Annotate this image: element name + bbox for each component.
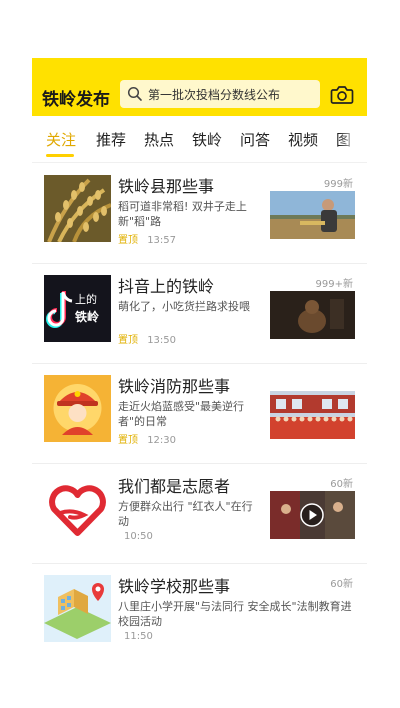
app-logo: 铁岭发布 (42, 90, 110, 110)
feed-item[interactable]: 铁岭学校那些事 60新 八里庄小学开展"与法同行 安全成长"法制教育进校园活动 … (32, 563, 367, 658)
thumb-text-bottom: 铁岭 (75, 310, 100, 324)
item-description: 萌化了，小吃货拦路求投喂 (118, 300, 250, 313)
item-title: 抖音上的铁岭 (118, 277, 215, 296)
tab-video[interactable]: 视频 (288, 129, 318, 150)
item-time: 13:50 (147, 335, 177, 346)
pinned-badge: 置顶 (118, 335, 138, 346)
feed-item[interactable]: 我们都是志愿者 60新 方便群众出行 "红衣人"在行动 10:50 (32, 463, 367, 564)
thumb-text-top: 上的 (75, 293, 97, 306)
school-map-thumbnail (44, 575, 111, 642)
item-time: 11:50 (124, 631, 153, 642)
app-header: 铁岭发布 第一批次投档分数线公布 (32, 58, 367, 116)
rice-thumbnail (44, 175, 111, 242)
pinned-badge: 置顶 (118, 435, 138, 446)
item-title: 我们都是志愿者 (118, 477, 231, 496)
channel-tabs: 关注 推荐 热点 铁岭 问答 视频 图 (32, 116, 367, 163)
active-tab-indicator (46, 154, 74, 157)
item-description: 八里庄小学开展"与法同行 安全成长"法制教育进校园活动 (118, 600, 352, 628)
tab-recommend[interactable]: 推荐 (96, 129, 126, 150)
item-meta: 置顶 12:30 (118, 431, 176, 446)
item-meta: 置顶 13:50 (118, 331, 176, 346)
item-description: 稻可道非常稻! 双井子走上新"稻"路 (118, 200, 247, 228)
farmer-photo (270, 191, 355, 239)
item-meta: 置顶 13:57 (118, 231, 176, 246)
firefighter-avatar-thumbnail (44, 375, 111, 442)
new-count: 60新 (330, 579, 353, 590)
tab-hot[interactable]: 热点 (144, 129, 174, 150)
item-title: 铁岭学校那些事 (118, 577, 231, 596)
search-icon (127, 86, 142, 101)
new-count: 999+新 (315, 279, 353, 290)
heart-hand-thumbnail (44, 475, 111, 542)
item-time: 10:50 (124, 531, 153, 542)
item-time: 12:30 (147, 435, 177, 446)
video-thumbnail[interactable] (270, 491, 355, 539)
item-meta: 10:50 (118, 531, 153, 542)
item-title: 铁岭县那些事 (118, 177, 215, 196)
play-icon[interactable] (300, 503, 324, 527)
group-photo (270, 391, 355, 439)
item-meta: 11:50 (118, 631, 153, 642)
douyin-logo-thumbnail: 上的 铁岭 (44, 275, 111, 342)
new-count: 60新 (330, 479, 353, 490)
item-time: 13:57 (147, 235, 177, 246)
tab-follow[interactable]: 关注 (46, 129, 76, 150)
search-bar[interactable]: 第一批次投档分数线公布 (120, 80, 320, 108)
tab-fade-overlay (339, 116, 367, 162)
item-description: 走近火焰蓝感受"最美逆行者"的日常 (118, 400, 245, 428)
feed-item[interactable]: 铁岭县那些事 999新 稻可道非常稻! 双井子走上新"稻"路 置顶 13:57 (32, 163, 367, 264)
search-placeholder: 第一批次投档分数线公布 (148, 87, 281, 102)
new-count: 999新 (323, 179, 353, 190)
camera-icon[interactable] (330, 84, 354, 106)
animal-photo (270, 291, 355, 339)
feed-item[interactable]: 铁岭消防那些事 走近火焰蓝感受"最美逆行者"的日常 置顶 12:30 (32, 363, 367, 464)
pinned-badge: 置顶 (118, 235, 138, 246)
tab-tieling[interactable]: 铁岭 (192, 129, 222, 150)
feed-item[interactable]: 上的 铁岭 抖音上的铁岭 999+新 萌化了，小吃货拦路求投喂 置顶 13:50 (32, 263, 367, 364)
item-description: 方便群众出行 "红衣人"在行动 (118, 500, 253, 528)
item-title: 铁岭消防那些事 (118, 377, 231, 396)
app-screen: 铁岭发布 第一批次投档分数线公布 关注 推荐 热点 铁岭 问答 视频 图 (32, 58, 367, 658)
tab-qa[interactable]: 问答 (240, 129, 270, 150)
